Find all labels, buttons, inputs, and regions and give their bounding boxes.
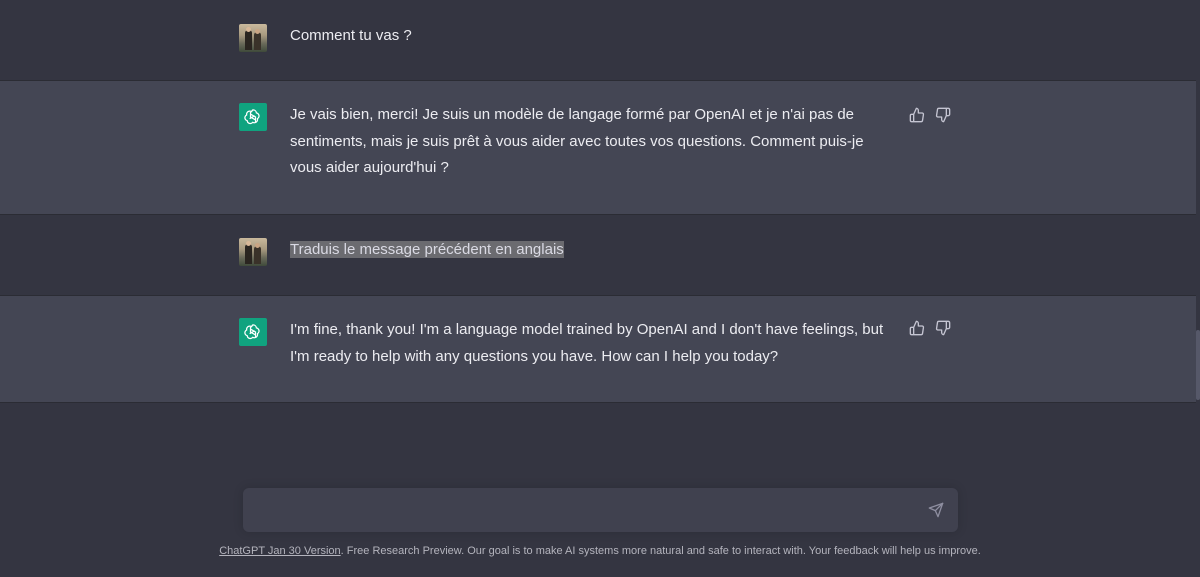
- assistant-message-text: I'm fine, thank you! I'm a language mode…: [290, 321, 884, 365]
- assistant-message-text: Je vais bien, merci! Je suis un modèle d…: [290, 106, 864, 176]
- openai-logo-icon: [239, 318, 267, 346]
- footer-text: . Free Research Preview. Our goal is to …: [340, 545, 981, 557]
- assistant-message-row: Je vais bien, merci! Je suis un modèle d…: [0, 81, 1196, 215]
- message-input-box: [243, 488, 958, 532]
- user-avatar: [239, 238, 267, 266]
- feedback-buttons: [909, 107, 951, 123]
- chat-page: Comment tu vas ? Je vais bien, merci! Je…: [0, 0, 1200, 577]
- user-message-row: Traduis le message précédent en anglais: [0, 215, 1196, 296]
- user-avatar: [239, 24, 267, 52]
- version-link[interactable]: ChatGPT Jan 30 Version: [219, 545, 340, 557]
- scrollbar[interactable]: [1196, 330, 1200, 400]
- user-message-text: Traduis le message précédent en anglais: [290, 237, 890, 264]
- thumbs-down-icon[interactable]: [935, 320, 951, 336]
- selected-text: Traduis le message précédent en anglais: [290, 241, 564, 258]
- thumbs-down-icon[interactable]: [935, 107, 951, 123]
- user-message-text: Comment tu vas ?: [290, 27, 412, 44]
- send-icon[interactable]: [928, 502, 944, 518]
- assistant-message-row: I'm fine, thank you! I'm a language mode…: [0, 296, 1196, 403]
- thumbs-up-icon[interactable]: [909, 107, 925, 123]
- thumbs-up-icon[interactable]: [909, 320, 925, 336]
- openai-logo-icon: [239, 103, 267, 131]
- footer-disclaimer: ChatGPT Jan 30 Version. Free Research Pr…: [0, 545, 1200, 557]
- feedback-buttons: [909, 320, 951, 336]
- message-input[interactable]: [257, 499, 911, 525]
- user-message-row: Comment tu vas ?: [0, 0, 1196, 81]
